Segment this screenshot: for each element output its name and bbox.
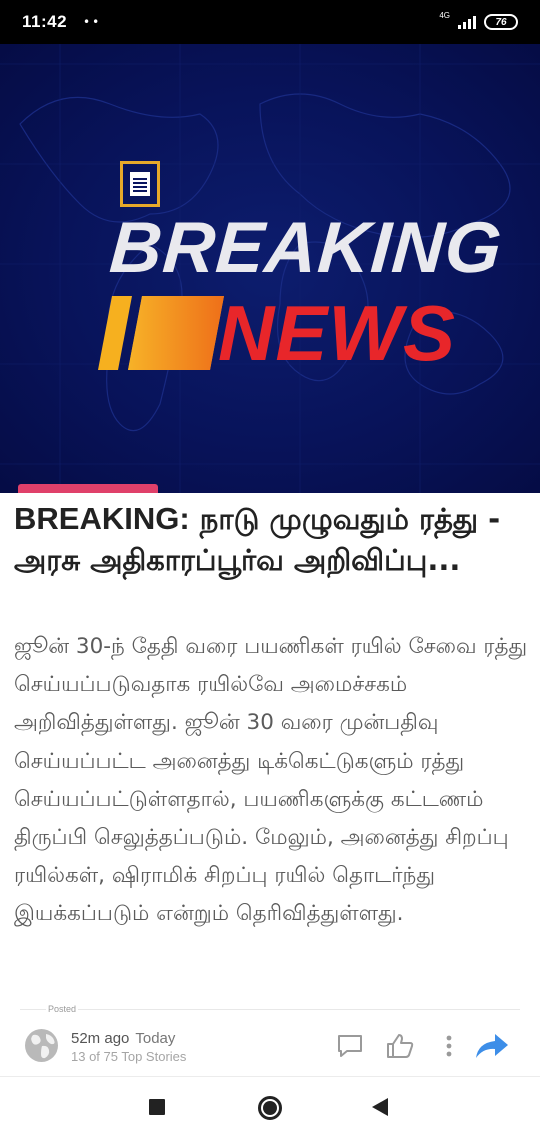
- network-type: 4G: [439, 11, 450, 20]
- posted-label: Posted: [46, 1004, 79, 1014]
- comment-button[interactable]: [336, 1032, 364, 1060]
- meta-time: 52m ago Today: [71, 1030, 175, 1047]
- article-headline[interactable]: BREAKING: நாடு முழுவதும் ரத்து - அரசு அத…: [14, 498, 528, 581]
- story-rank: 13 of 75 Top Stories: [71, 1049, 187, 1064]
- more-options-button[interactable]: [441, 1032, 457, 1060]
- hero-image[interactable]: BREAKING NEWS: [0, 44, 540, 493]
- like-button[interactable]: [385, 1032, 415, 1060]
- comment-icon: [338, 1035, 362, 1057]
- battery-level: 76: [495, 16, 507, 28]
- more-vertical-icon: [446, 1035, 452, 1057]
- orange-bars-graphic: [98, 296, 224, 370]
- status-right: 4G 76: [439, 11, 518, 30]
- thumbs-up-icon: [387, 1034, 414, 1058]
- status-left: 11:42 ••: [22, 12, 101, 32]
- status-bar: 11:42 •• 4G 76: [0, 0, 540, 44]
- divider: [20, 1009, 520, 1010]
- share-arrow-icon: [476, 1034, 508, 1058]
- day-label: Today: [135, 1030, 176, 1047]
- home-button[interactable]: [258, 1096, 282, 1120]
- article-summary[interactable]: ஜூன் 30-ந் தேதி வரை பயணிகள் ரயில் சேவை ர…: [14, 628, 528, 934]
- hero-news-text: NEWS: [218, 289, 456, 377]
- signal-icon: [458, 15, 476, 29]
- recent-apps-button[interactable]: [149, 1099, 165, 1115]
- battery-icon: 76: [484, 14, 518, 30]
- newspaper-logo-icon: [120, 161, 160, 207]
- notification-dots: ••: [83, 15, 102, 29]
- time-ago: 52m ago: [71, 1030, 130, 1047]
- globe-icon: [25, 1029, 58, 1062]
- headline-prefix: BREAKING:: [14, 501, 190, 536]
- system-nav-bar: [0, 1077, 540, 1140]
- back-button[interactable]: [372, 1098, 388, 1116]
- hero-breaking-text: BREAKING: [107, 208, 505, 288]
- share-button[interactable]: [474, 1032, 510, 1060]
- status-time: 11:42: [22, 12, 68, 31]
- category-tag: [18, 484, 158, 493]
